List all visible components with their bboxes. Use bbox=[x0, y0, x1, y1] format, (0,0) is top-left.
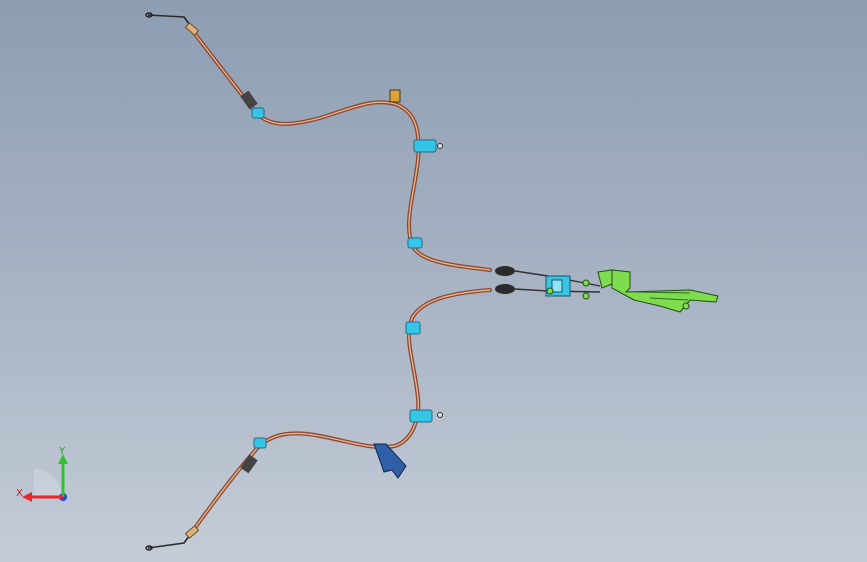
upper-outer-cable bbox=[190, 28, 492, 272]
lower-end-wire bbox=[147, 531, 193, 549]
lower-clip-3 bbox=[405, 321, 421, 335]
lower-clip-1 bbox=[253, 437, 267, 449]
lower-clip-2 bbox=[409, 409, 433, 423]
equalizer-small-bracket bbox=[597, 269, 613, 289]
x-axis-arrow bbox=[22, 492, 32, 502]
equalizer-connector-inner bbox=[551, 279, 563, 293]
x-axis-label: X bbox=[16, 488, 23, 499]
equalizer-assembly[interactable] bbox=[514, 269, 719, 313]
equalizer-main-bracket bbox=[611, 269, 719, 313]
view-orientation-triad[interactable]: X Y bbox=[10, 440, 80, 510]
lower-boot bbox=[240, 454, 258, 474]
upper-clip-1 bbox=[251, 107, 265, 119]
lower-outer-cable bbox=[190, 288, 492, 534]
lower-ferrule bbox=[184, 525, 200, 539]
cable-assembly-model[interactable] bbox=[0, 0, 867, 562]
equalizer-pin-1 bbox=[546, 287, 554, 295]
equalizer-pin-3 bbox=[582, 292, 590, 300]
upper-tag-bracket bbox=[389, 89, 401, 103]
upper-end-wire bbox=[147, 14, 193, 29]
triad-graphic: X Y bbox=[16, 446, 68, 502]
equalizer-bolt bbox=[682, 302, 690, 310]
triad-quarter-disc bbox=[34, 469, 62, 497]
upper-clip-2-bolt bbox=[437, 143, 443, 149]
lower-blue-bracket bbox=[373, 443, 407, 479]
upper-inner-highlight bbox=[191, 29, 491, 271]
lower-cable-branch[interactable] bbox=[145, 284, 515, 551]
upper-ferrule bbox=[184, 22, 200, 36]
graphics-viewport[interactable]: X Y bbox=[0, 0, 867, 562]
upper-clip-2 bbox=[413, 139, 437, 153]
lower-clip-2-bolt bbox=[437, 412, 443, 418]
upper-end-fitting bbox=[495, 266, 515, 276]
lower-inner-highlight bbox=[191, 289, 491, 533]
y-axis-label: Y bbox=[58, 446, 66, 457]
upper-clip-3 bbox=[407, 237, 423, 249]
upper-cable-branch[interactable] bbox=[145, 12, 515, 276]
lower-end-fitting bbox=[495, 284, 515, 294]
equalizer-pin-2 bbox=[582, 279, 590, 287]
